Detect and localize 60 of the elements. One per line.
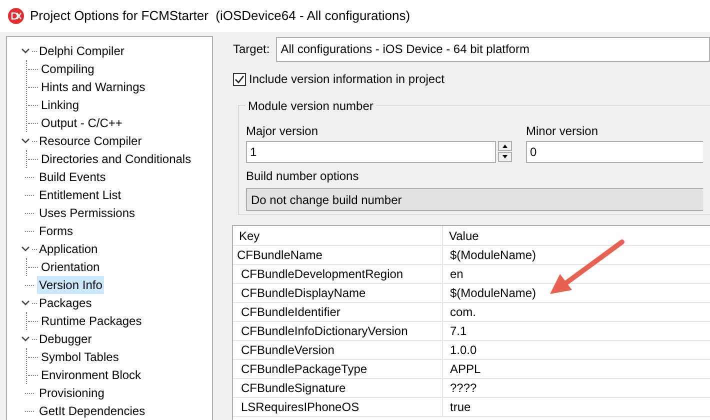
key-cell: CFBundlePackageType bbox=[233, 360, 443, 378]
key-cell: CFBundleSignature bbox=[233, 379, 443, 397]
tree-item[interactable]: Application bbox=[37, 240, 100, 258]
tree-item[interactable]: Delphi Compiler bbox=[37, 42, 126, 60]
tree-item[interactable]: Resource Compiler bbox=[37, 132, 144, 150]
value-cell-text: APPL bbox=[449, 361, 482, 378]
value-cell-text: 7.1 bbox=[449, 323, 468, 340]
key-cell: CFBundleName bbox=[233, 246, 443, 264]
chevron-down-icon[interactable] bbox=[21, 336, 30, 342]
key-cell: CFBundleDisplayName bbox=[233, 284, 443, 302]
checkbox[interactable] bbox=[233, 72, 246, 86]
tree-item[interactable]: Environment Block bbox=[39, 366, 144, 384]
tree-item[interactable]: Directories and Conditionals bbox=[39, 150, 194, 168]
tree-item[interactable]: Version Info bbox=[37, 276, 104, 294]
value-cell-text: $(ModuleName) bbox=[449, 285, 538, 302]
tree-item[interactable]: GetIt Dependencies bbox=[37, 402, 148, 420]
tree-item[interactable]: Build Events bbox=[37, 168, 108, 186]
value-cell-text: 1.0.0 bbox=[449, 342, 478, 359]
field-label: Minor version bbox=[526, 123, 600, 140]
tree-item[interactable]: Output - C/C++ bbox=[39, 114, 124, 132]
value-cell-text: true bbox=[449, 399, 472, 416]
chevron-down-icon[interactable] bbox=[21, 300, 30, 306]
tree-item[interactable]: Hints and Warnings bbox=[39, 78, 148, 96]
tree-item[interactable]: Runtime Packages bbox=[39, 312, 144, 330]
value-cell-text: com. bbox=[449, 304, 478, 321]
tree-item[interactable]: Debugger bbox=[37, 330, 94, 348]
tree-item[interactable]: Uses Permissions bbox=[37, 204, 138, 222]
key-cell: LSRequiresIPhoneOS bbox=[233, 398, 443, 416]
tree-item[interactable]: Forms bbox=[37, 222, 75, 240]
key-cell: CFBundleVersion bbox=[233, 341, 443, 359]
tree-item[interactable]: Symbol Tables bbox=[39, 348, 121, 366]
window-title: Project Options for FCMStarter (iOSDevice64 - All configurations) bbox=[30, 7, 410, 26]
checkbox-label: Include version information in project bbox=[249, 71, 444, 88]
key-cell: CFBundleIdentifier bbox=[233, 303, 443, 321]
spin-up-icon[interactable] bbox=[498, 141, 512, 151]
value-cell-text: ???? bbox=[449, 380, 478, 397]
value-cell-text: $(ModuleName) bbox=[449, 247, 538, 264]
key-cell: CFBundleDevelopmentRegion bbox=[233, 265, 443, 283]
tree-item[interactable]: Provisioning bbox=[37, 384, 106, 402]
column-header[interactable]: Key bbox=[233, 226, 443, 245]
spin-down-icon[interactable] bbox=[498, 152, 512, 162]
major-version-field[interactable]: 1 bbox=[246, 141, 496, 163]
tree-item[interactable]: Linking bbox=[39, 96, 82, 114]
target-label: Target: bbox=[233, 41, 270, 58]
target-dropdown[interactable]: All configurations - iOS Device - 64 bit platform bbox=[276, 36, 710, 62]
field-label: Build number options bbox=[246, 169, 359, 183]
app-logo-icon bbox=[8, 8, 24, 24]
tree-item[interactable]: Orientation bbox=[39, 258, 102, 276]
column-header[interactable]: Value bbox=[443, 226, 710, 245]
field-label: Major version bbox=[246, 123, 320, 140]
chevron-down-icon[interactable] bbox=[21, 138, 30, 144]
tree-item[interactable]: Packages bbox=[37, 294, 94, 312]
build-number-dropdown[interactable]: Do not change build number bbox=[246, 188, 703, 211]
minor-version-field[interactable]: 0 bbox=[526, 141, 703, 163]
chevron-down-icon[interactable] bbox=[21, 48, 30, 54]
tree-item[interactable]: Compiling bbox=[39, 60, 96, 78]
key-cell: CFBundleInfoDictionaryVersion bbox=[233, 322, 443, 340]
chevron-down-icon[interactable] bbox=[21, 246, 30, 252]
tree-item[interactable]: Entitlement List bbox=[37, 186, 124, 204]
value-cell-text: en bbox=[449, 266, 464, 283]
